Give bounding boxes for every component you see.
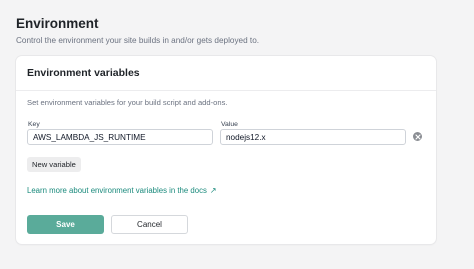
section-description: Control the environment your site builds… xyxy=(16,36,260,45)
remove-variable-button[interactable] xyxy=(413,132,422,141)
card-title: Environment variables xyxy=(27,67,140,79)
docs-link-label: Learn more about environment variables i… xyxy=(27,186,207,195)
save-button[interactable]: Save xyxy=(27,215,104,234)
card-description: Set environment variables for your build… xyxy=(27,98,228,107)
key-label: Key xyxy=(28,121,40,128)
close-icon xyxy=(414,133,421,140)
external-arrow-icon: ↗ xyxy=(209,186,217,195)
new-variable-button[interactable]: New variable xyxy=(27,157,81,172)
value-input[interactable] xyxy=(220,129,406,145)
cancel-button[interactable]: Cancel xyxy=(111,215,188,234)
value-label: Value xyxy=(221,121,238,128)
docs-link[interactable]: Learn more about environment variables i… xyxy=(27,186,216,195)
section-title: Environment xyxy=(16,16,99,31)
card-header: Environment variables xyxy=(16,56,436,91)
key-input[interactable] xyxy=(27,129,213,145)
